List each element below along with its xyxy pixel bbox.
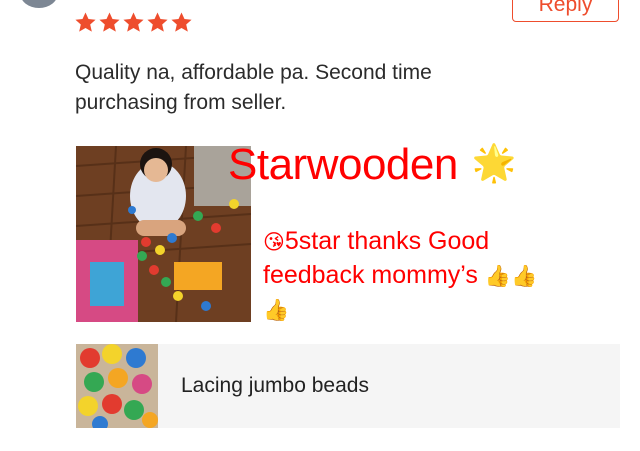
star-icon xyxy=(123,12,144,32)
star-icon xyxy=(147,12,168,32)
glowing-star-emoji-icon: 🌟 xyxy=(471,143,517,184)
overlay-message-line: 😘5star thanks Good xyxy=(263,225,563,259)
photo-overlay-message: 😘5star thanks Good feedback mommy’s 👍👍 👍 xyxy=(263,225,563,327)
kiss-face-emoji-icon: 😘 xyxy=(263,230,285,254)
thumbs-up-emoji-icon: 👍 xyxy=(484,264,512,288)
overlay-message-line: feedback mommy’s 👍👍 xyxy=(263,259,563,293)
overlay-message-text: feedback mommy’s xyxy=(263,261,478,289)
star-icon xyxy=(99,12,120,32)
star-icon xyxy=(171,12,192,32)
reviewer-avatar xyxy=(20,0,58,8)
thumbs-up-emoji-icon: 👍 xyxy=(511,264,538,288)
product-name: Lacing jumbo beads xyxy=(181,374,369,397)
photo-overlay-title: Starwooden 🌟 xyxy=(228,140,517,190)
thumbs-up-emoji-icon: 👍 xyxy=(263,298,290,322)
overlay-title-text: Starwooden xyxy=(228,140,458,189)
review-comment-line: purchasing from seller. xyxy=(75,91,287,114)
review-comment: Quality na, affordable pa. Second time p… xyxy=(75,58,545,118)
product-thumbnail-image xyxy=(76,344,158,428)
star-icon xyxy=(75,12,96,32)
review-comment-line: Quality na, affordable pa. Second time xyxy=(75,61,432,84)
review-photo[interactable] xyxy=(76,146,251,322)
product-card[interactable]: Lacing jumbo beads xyxy=(76,344,620,428)
reply-button[interactable]: Reply xyxy=(512,0,619,22)
product-thumbnail xyxy=(76,344,158,428)
star-rating xyxy=(74,11,193,34)
overlay-message-line: 👍 xyxy=(263,293,563,327)
review-photo-image xyxy=(76,146,251,322)
overlay-message-text: 5star thanks Good xyxy=(284,227,490,255)
